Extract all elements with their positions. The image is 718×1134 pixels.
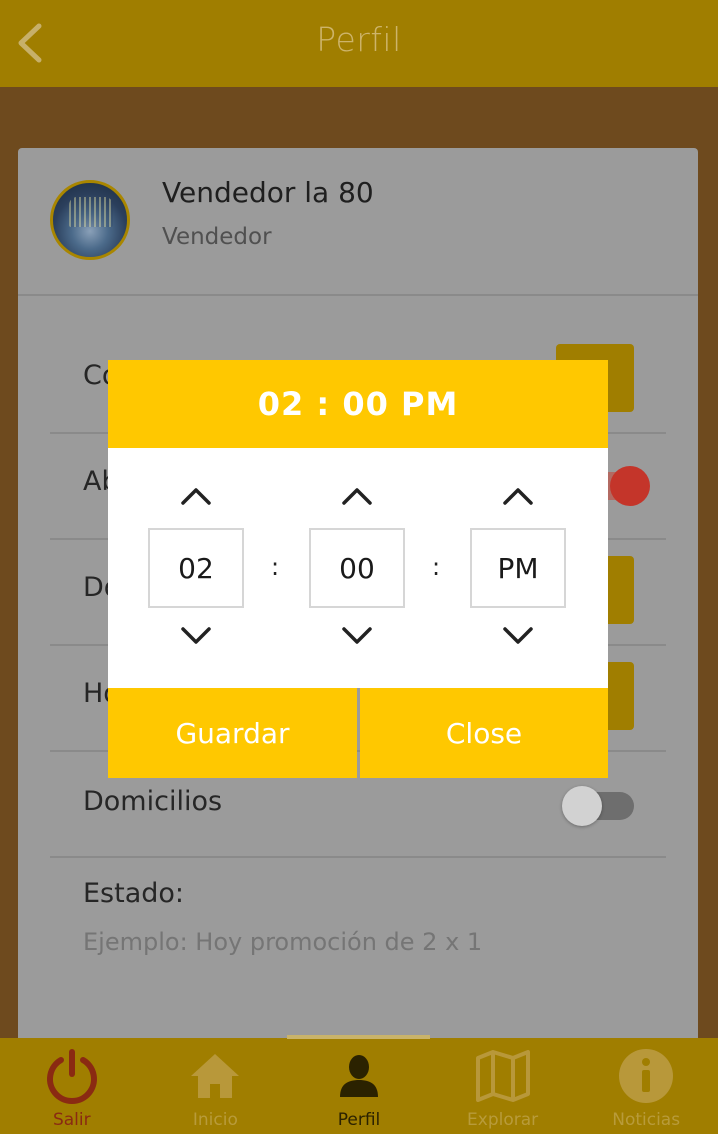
period-input[interactable]: PM xyxy=(470,528,566,608)
app-header: Perfil xyxy=(0,0,718,87)
nav-label: Noticias xyxy=(612,1110,681,1130)
hour-decrement-button[interactable] xyxy=(171,618,221,654)
power-icon xyxy=(42,1046,102,1106)
profile-header: Vendedor la 80 Vendedor xyxy=(18,148,698,296)
chevron-down-icon xyxy=(181,627,211,644)
chevron-up-icon xyxy=(342,488,372,505)
row-label-domicilios: Domicilios xyxy=(83,786,223,817)
toggle-knob xyxy=(562,786,602,826)
time-picker-dialog: 02 : 00 PM 02 : 00: PM Guardar Close xyxy=(108,360,608,778)
time-picker-body: 02 : 00 : PM xyxy=(108,448,608,688)
map-icon xyxy=(473,1046,533,1106)
chevron-up-icon xyxy=(181,488,211,505)
info-icon xyxy=(616,1046,676,1106)
profile-role: Vendedor xyxy=(162,224,272,250)
time-separator: : xyxy=(271,553,280,581)
hour-increment-button[interactable] xyxy=(171,478,221,514)
nav-item-salir[interactable]: Salir xyxy=(0,1038,144,1134)
time-picker-header: 02 : 00 PM xyxy=(108,360,608,448)
chevron-up-icon xyxy=(503,488,533,505)
period-decrement-button[interactable] xyxy=(493,618,543,654)
home-icon xyxy=(185,1046,245,1106)
minute-increment-button[interactable] xyxy=(332,478,382,514)
nav-label: Explorar xyxy=(467,1110,539,1130)
estado-input[interactable] xyxy=(83,928,643,956)
minute-spinner: 00 xyxy=(309,448,405,688)
background-edge xyxy=(710,87,718,712)
nav-item-explorar[interactable]: Explorar xyxy=(431,1038,575,1134)
avatar[interactable] xyxy=(50,180,130,260)
dialog-actions: Guardar Close xyxy=(108,688,608,778)
bottom-nav: Salir Inicio Perfil Explorar Noticias xyxy=(0,1035,718,1134)
estado-label: Estado: xyxy=(83,878,185,909)
nav-item-inicio[interactable]: Inicio xyxy=(144,1038,288,1134)
minute-input[interactable]: 00 xyxy=(309,528,405,608)
nav-label: Salir xyxy=(52,1110,91,1130)
chevron-down-icon xyxy=(342,627,372,644)
hour-input[interactable]: 02 xyxy=(148,528,244,608)
chevron-down-icon xyxy=(503,627,533,644)
profile-name: Vendedor la 80 xyxy=(162,176,374,209)
hour-spinner: 02 xyxy=(148,448,244,688)
selected-time-display: 02 : 00 PM xyxy=(257,385,459,423)
nav-item-noticias[interactable]: Noticias xyxy=(574,1038,718,1134)
time-separator: : xyxy=(432,553,441,581)
nav-item-perfil[interactable]: Perfil xyxy=(287,1038,431,1134)
user-icon xyxy=(329,1046,389,1106)
close-button[interactable]: Close xyxy=(360,688,608,778)
minute-decrement-button[interactable] xyxy=(332,618,382,654)
period-spinner: PM xyxy=(470,448,566,688)
period-increment-button[interactable] xyxy=(493,478,543,514)
toggle-knob xyxy=(610,466,650,506)
nav-label: Inicio xyxy=(192,1110,238,1130)
page-title: Perfil xyxy=(316,20,402,59)
save-button[interactable]: Guardar xyxy=(108,688,357,778)
nav-label: Perfil xyxy=(337,1110,381,1130)
